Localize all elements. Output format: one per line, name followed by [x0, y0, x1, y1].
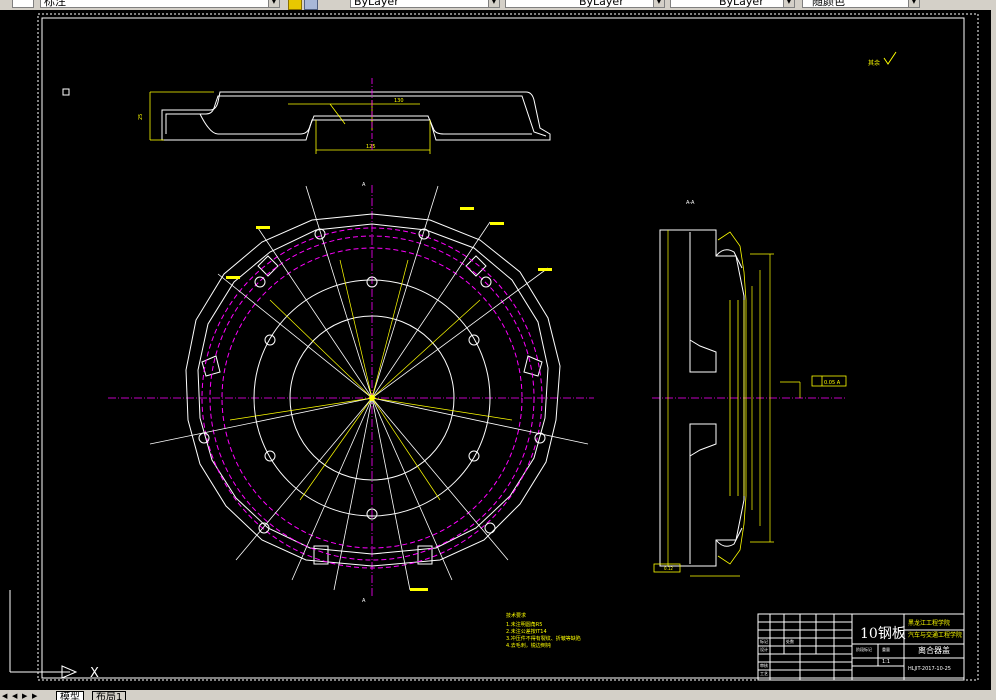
leader-labels	[226, 207, 552, 591]
material-name: 10钢板	[860, 626, 906, 642]
row-label-count: 处数	[786, 638, 794, 644]
section-label-top: A	[362, 182, 366, 188]
layout-tabs-bar: ◀ ◀ ▶ ▶ 模型 布局1	[0, 690, 996, 700]
technical-requirements: 技术要求 1.未注明圆角R5 2.未注公差按IT14 3.冲压件不得有裂纹、折皱…	[506, 612, 581, 649]
datum-value: 0.12	[664, 566, 673, 571]
row-label-design: 设计	[760, 646, 768, 652]
roughness-symbol-icon	[883, 51, 897, 65]
tab-model[interactable]: 模型	[56, 691, 84, 700]
tolerance-frame: 0.05 A	[780, 375, 847, 398]
tech-req-1: 1.未注明圆角R5	[506, 621, 542, 628]
radial-lines	[149, 185, 589, 591]
col-label-weight: 重量	[882, 646, 890, 652]
drawing-canvas[interactable]: 其余 25 125 130 A A A-A 0.05 A 0.12 技术要求 1…	[0, 0, 996, 690]
front-view-outline	[185, 213, 561, 567]
grip-marker	[62, 88, 70, 96]
dim-width: 130	[394, 98, 404, 104]
side-view-dimensions	[667, 230, 774, 577]
center-point	[369, 395, 375, 401]
tab-layout1[interactable]: 布局1	[92, 691, 127, 700]
tech-req-2: 2.未注公差按IT14	[506, 628, 547, 635]
dim-bottom: 125	[366, 144, 376, 150]
row-label-review: 审核	[760, 662, 768, 668]
tab-first-icon[interactable]: ◀	[2, 692, 10, 700]
top-section-view	[161, 91, 551, 141]
dim-height: 25	[138, 114, 144, 120]
section-view-label: A-A	[686, 200, 695, 206]
roughness-note: 其余	[868, 59, 880, 67]
front-view-centerlines	[108, 185, 594, 598]
col-label-stage: 阶段标记	[856, 646, 872, 652]
tech-req-4: 4.去毛刺，锐边倒钝	[506, 642, 551, 649]
tolerance-value: 0.05 A	[824, 380, 841, 386]
tab-prev-icon[interactable]: ◀	[12, 692, 20, 700]
row-label-mark: 标记	[760, 638, 768, 644]
datum-frame: 0.12	[653, 563, 681, 573]
ucs-x-label: X	[90, 666, 99, 681]
part-name: 离合器盖	[918, 645, 950, 655]
section-label-bottom: A	[362, 598, 366, 604]
tech-req-title: 技术要求	[506, 612, 526, 619]
tab-layout1-label: 布局1	[96, 692, 123, 700]
drawing-number: HLJIT-2017-10-25	[908, 666, 951, 672]
school-name-1: 黑龙江工程学院	[908, 619, 950, 627]
tech-req-3: 3.冲压件不得有裂纹、折皱等缺陷	[506, 635, 581, 642]
drawing-frame	[41, 17, 965, 679]
tab-next-icon[interactable]: ▶	[22, 692, 30, 700]
tab-last-icon[interactable]: ▶	[32, 692, 40, 700]
school-name-2: 汽车与交通工程学院	[908, 631, 962, 639]
tab-model-label: 模型	[60, 692, 80, 700]
top-view-dimensions	[149, 91, 431, 154]
ucs-icon	[9, 590, 78, 679]
scale-value: 1:1	[882, 659, 890, 665]
row-label-process: 工艺	[760, 671, 768, 676]
